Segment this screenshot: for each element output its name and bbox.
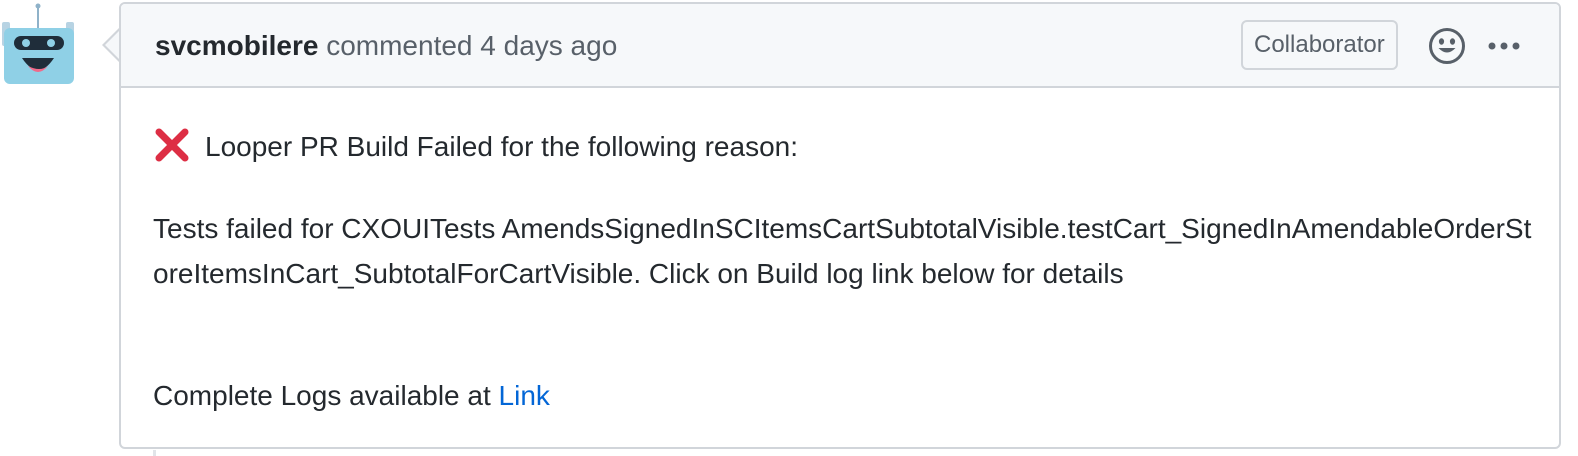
logs-prefix: Complete Logs available at: [153, 380, 491, 411]
build-status-text: Looper PR Build Failed for the following…: [205, 131, 799, 162]
failure-details: Tests failed for CXOUITests AmendsSigned…: [153, 213, 1532, 289]
comment-thread: svcmobilere commented 4 days ago Collabo…: [0, 0, 1578, 456]
comment-arrow-fill: [105, 30, 120, 60]
comment-header: svcmobilere commented 4 days ago Collabo…: [121, 4, 1559, 88]
author-link[interactable]: svcmobilere: [155, 30, 318, 61]
timeline-line: [153, 450, 156, 456]
logs-link[interactable]: Link: [499, 380, 550, 411]
kebab-horizontal-icon[interactable]: [1487, 28, 1521, 64]
collaborator-badge: Collaborator: [1241, 20, 1398, 70]
comment-action: commented: [326, 30, 473, 61]
comment-box: svcmobilere commented 4 days ago Collabo…: [119, 2, 1561, 449]
robot-avatar[interactable]: [0, 0, 84, 88]
build-status-line: Looper PR Build Failed for the following…: [153, 126, 798, 167]
smiley-icon[interactable]: [1427, 26, 1467, 66]
comment-meta: svcmobilere commented 4 days ago: [155, 28, 617, 64]
robot-avatar-icon: [2, 3, 74, 84]
logs-line: Complete Logs available at Link: [153, 376, 550, 416]
comment-timestamp-link[interactable]: 4 days ago: [480, 30, 617, 61]
cross-mark-icon: [153, 126, 191, 164]
